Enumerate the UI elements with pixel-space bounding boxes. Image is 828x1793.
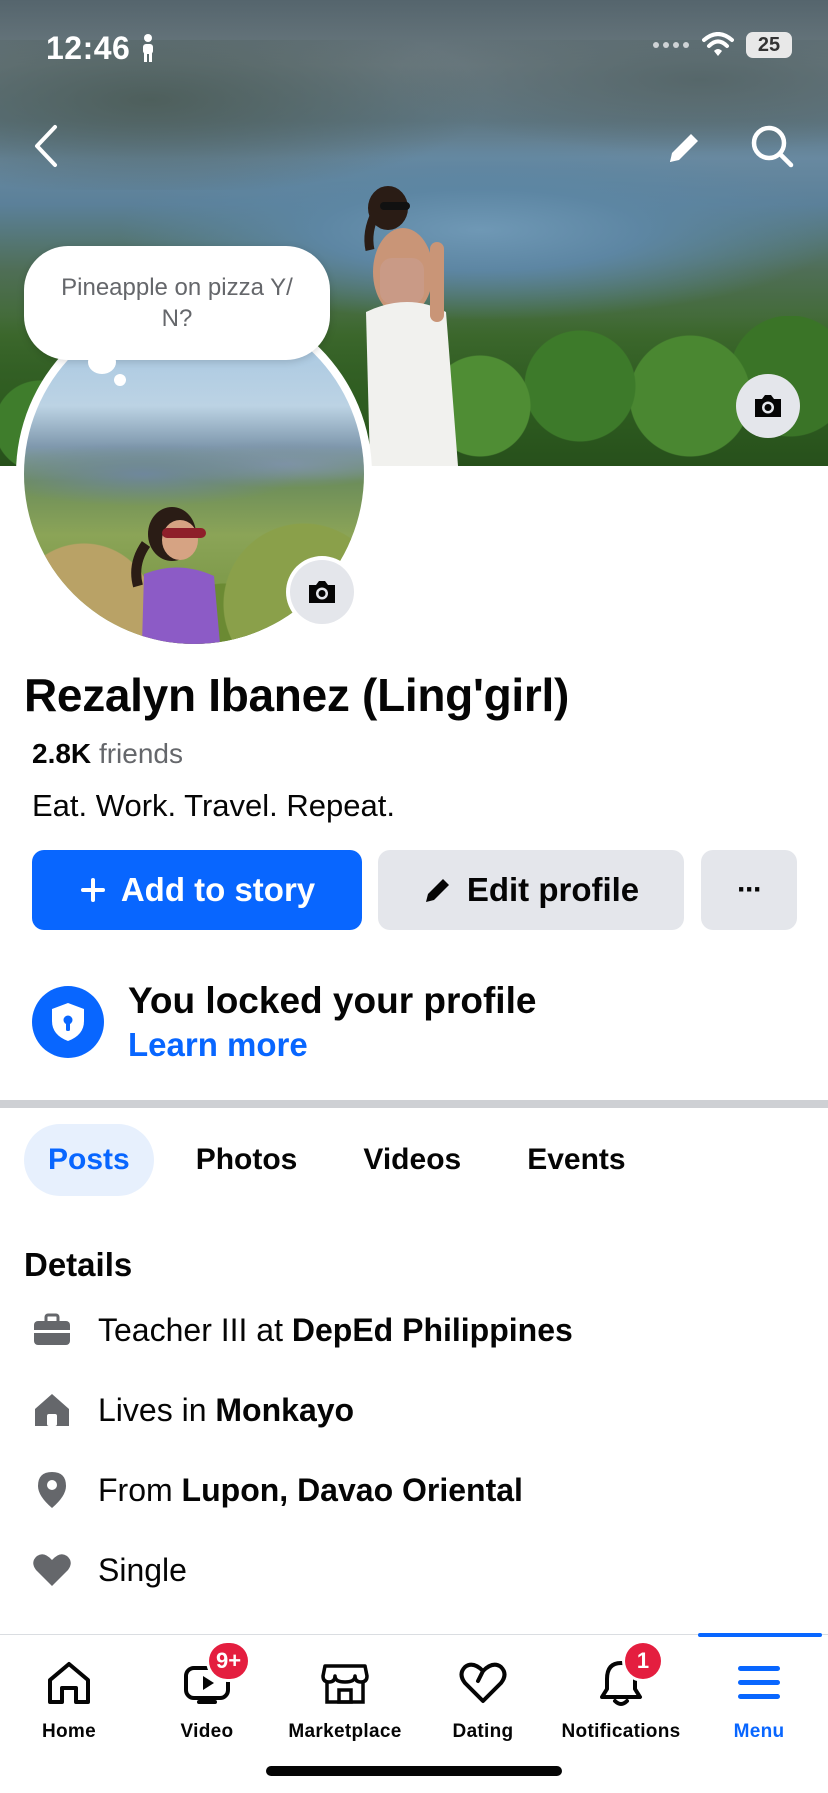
cover-camera-button[interactable] (736, 374, 800, 438)
signal-icon (653, 42, 689, 48)
friends-count[interactable]: 2.8K friends (32, 738, 183, 770)
detail-residence-value: Monkayo (215, 1391, 355, 1428)
nav-menu[interactable]: Menu (690, 1633, 828, 1765)
details-heading: Details (24, 1246, 133, 1283)
nav-dating-label: Dating (452, 1721, 514, 1742)
search-button[interactable] (744, 118, 800, 174)
nav-home-label: Home (42, 1721, 96, 1742)
pencil-icon (425, 879, 449, 902)
detail-work[interactable]: Teacher III at DepEd Philippines (28, 1304, 573, 1356)
locked-profile-title: You locked your profile (128, 980, 537, 1021)
cover-person-figure (364, 186, 458, 466)
chevron-left-icon (35, 125, 57, 167)
dating-heart-icon (455, 1655, 511, 1711)
nav-marketplace-label: Marketplace (288, 1721, 402, 1742)
status-time: 12:46 (46, 30, 131, 66)
profile-bio: Eat. Work. Travel. Repeat. (32, 788, 395, 823)
profile-tabs: Posts Photos Videos Events (24, 1124, 668, 1196)
wifi-icon (702, 32, 734, 56)
bell-icon: 1 (593, 1643, 661, 1711)
pencil-icon (670, 134, 698, 162)
home-indicator (266, 1766, 562, 1776)
detail-hometown[interactable]: From Lupon, Davao Oriental (28, 1464, 523, 1516)
friends-label: friends (98, 738, 183, 769)
back-button[interactable] (18, 118, 74, 174)
more-options-button[interactable]: ··· (701, 850, 797, 930)
edit-cover-button[interactable] (656, 120, 712, 176)
detail-relationship-value: Single (98, 1551, 187, 1588)
edit-profile-button[interactable]: Edit profile (378, 850, 684, 930)
nav-video-label: Video (180, 1721, 234, 1742)
detail-work-value: DepEd Philippines (291, 1311, 573, 1348)
camera-icon (309, 581, 335, 603)
person-status-icon (140, 34, 156, 67)
avatar-person-figure (131, 507, 220, 644)
nav-marketplace[interactable]: Marketplace (276, 1635, 414, 1765)
detail-hometown-prefix: From (98, 1471, 182, 1508)
nav-dating[interactable]: Dating (414, 1635, 552, 1765)
menu-icon (731, 1655, 787, 1711)
profile-note-bubble[interactable]: Pineapple on pizza Y/ N? (24, 246, 330, 360)
battery-indicator: 25 (746, 32, 792, 58)
detail-residence[interactable]: Lives in Monkayo (28, 1384, 354, 1436)
nav-menu-label: Menu (733, 1721, 785, 1742)
marketplace-icon (317, 1655, 373, 1711)
detail-hometown-value: Lupon, Davao Oriental (181, 1471, 523, 1508)
home-icon (41, 1655, 97, 1711)
plus-icon (80, 878, 105, 902)
profile-camera-button[interactable] (290, 560, 354, 624)
tab-events[interactable]: Events (503, 1124, 649, 1196)
briefcase-icon (28, 1306, 76, 1354)
search-icon (751, 125, 794, 168)
shield-lock-icon (32, 986, 104, 1058)
notifications-badge: 1 (625, 1643, 661, 1679)
add-to-story-button[interactable]: Add to story (32, 850, 362, 930)
profile-note-text: Pineapple on pizza Y/ N? (61, 274, 293, 332)
learn-more-link[interactable]: Learn more (128, 1026, 308, 1064)
video-icon: 9+ (179, 1643, 249, 1711)
house-icon (28, 1386, 76, 1434)
video-badge: 9+ (209, 1643, 249, 1679)
section-divider (0, 1100, 828, 1108)
bubble-tail-large (88, 350, 116, 374)
profile-name: Rezalyn Ibanez (Ling'girl) (24, 669, 569, 721)
location-pin-icon (28, 1466, 76, 1514)
nav-home[interactable]: Home (0, 1635, 138, 1765)
edit-profile-label: Edit profile (466, 871, 640, 908)
bubble-tail-small (114, 374, 126, 386)
tab-posts[interactable]: Posts (24, 1124, 154, 1196)
nav-notifications-label: Notifications (561, 1721, 681, 1742)
add-to-story-label: Add to story (120, 871, 316, 908)
more-options-label: ··· (737, 873, 763, 906)
detail-residence-prefix: Lives in (98, 1391, 216, 1428)
detail-relationship[interactable]: Single (28, 1544, 187, 1596)
status-indicators: 25 (652, 32, 792, 58)
friends-number: 2.8K (32, 738, 92, 769)
camera-icon (755, 395, 781, 417)
heart-icon (28, 1546, 76, 1594)
detail-work-prefix: Teacher III at (98, 1311, 292, 1348)
tab-photos[interactable]: Photos (172, 1124, 322, 1196)
tab-videos[interactable]: Videos (339, 1124, 485, 1196)
nav-notifications[interactable]: 1 Notifications (552, 1635, 690, 1765)
nav-video[interactable]: 9+ Video (138, 1635, 276, 1765)
